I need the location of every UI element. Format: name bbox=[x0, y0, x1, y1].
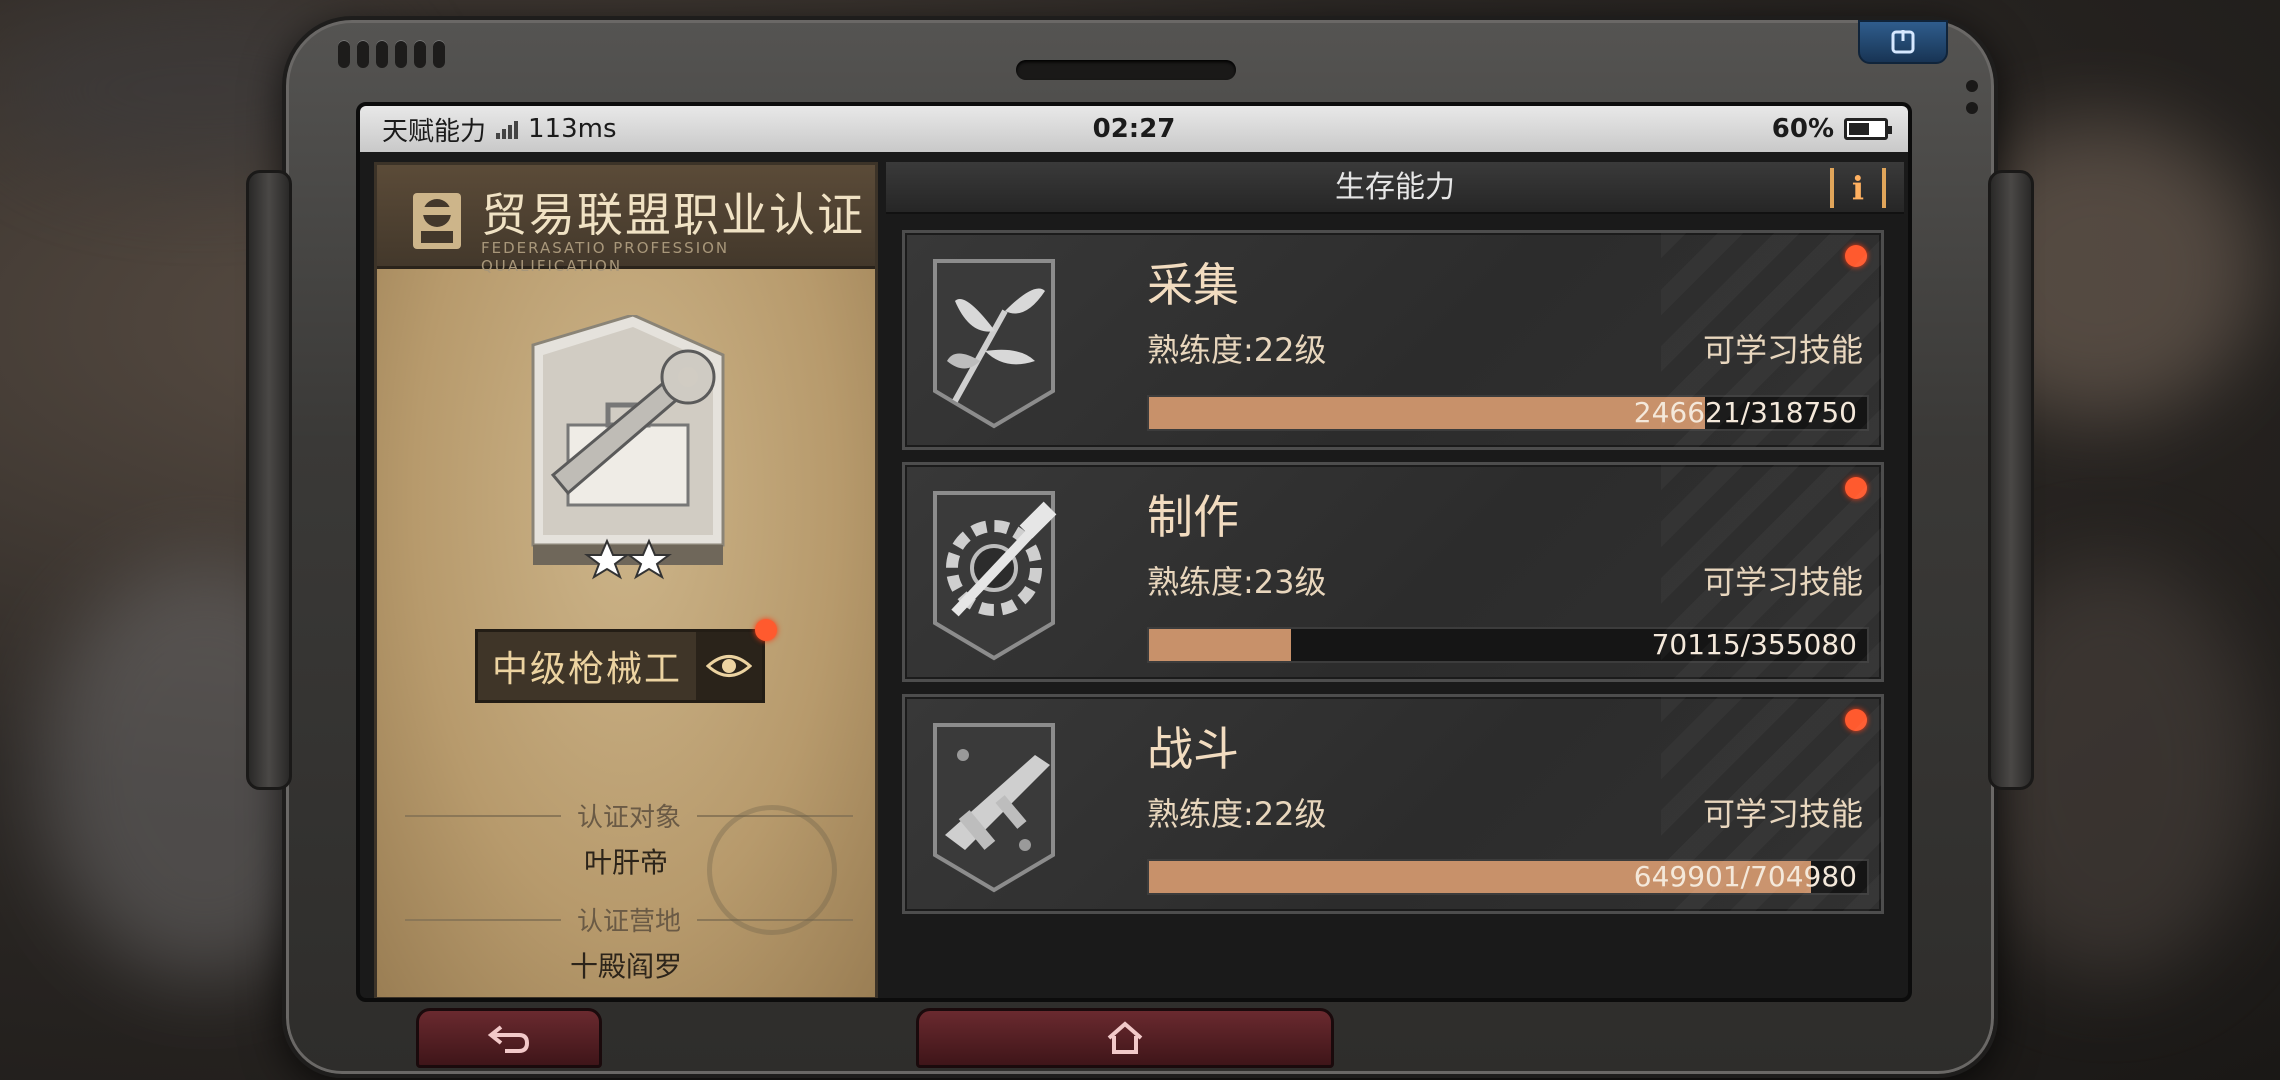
progress-fill bbox=[1149, 861, 1811, 893]
rank-badge[interactable]: 中级枪械工 bbox=[475, 629, 765, 703]
info-button[interactable]: i bbox=[1830, 168, 1886, 208]
skill-level: 熟练度:22级 bbox=[1147, 795, 1327, 833]
clock: 02:27 bbox=[1092, 114, 1176, 144]
camp-label: 认证营地 bbox=[577, 907, 682, 937]
progress-bar: 649901/704980 bbox=[1147, 859, 1869, 895]
gun-icon bbox=[933, 723, 1055, 893]
panel-title: 生存能力 bbox=[1335, 170, 1455, 205]
view-button[interactable] bbox=[696, 632, 762, 700]
panel-header: 生存能力 i bbox=[886, 162, 1904, 214]
frame-clip-left bbox=[246, 170, 292, 790]
skill-card-combat[interactable]: 战斗 熟练度:22级 可学习技能 649901/704980 bbox=[902, 694, 1884, 914]
power-icon bbox=[1891, 30, 1915, 54]
battery-icon bbox=[1844, 118, 1892, 140]
federation-emblem-icon bbox=[413, 193, 461, 249]
skill-learnable: 可学习技能 bbox=[1702, 563, 1863, 601]
rank-title: 中级枪械工 bbox=[491, 649, 682, 690]
progress-text: 246621/318750 bbox=[1633, 396, 1857, 429]
progress-fill bbox=[1149, 629, 1291, 661]
frame-dot bbox=[1966, 80, 1978, 92]
frame-dot bbox=[1966, 102, 1978, 114]
progress-bar: 246621/318750 bbox=[1147, 395, 1869, 431]
skill-name: 采集 bbox=[1147, 258, 1239, 312]
status-bar: 天赋能力 113ms 02:27 60% bbox=[360, 106, 1908, 152]
skill-name: 制作 bbox=[1147, 490, 1239, 544]
certificate-title: 贸易联盟职业认证 bbox=[481, 188, 865, 242]
certificate-subtitle: FEDERASATIO PROFESSION QUALIFICATION bbox=[481, 239, 730, 275]
skill-level: 熟练度:22级 bbox=[1147, 331, 1327, 369]
certificate-header: 贸易联盟职业认证 FEDERASATIO PROFESSION QUALIFIC… bbox=[377, 165, 875, 275]
notification-dot bbox=[1845, 245, 1867, 267]
skill-card-crafting[interactable]: 制作 熟练度:23级 可学习技能 70115/355080 bbox=[902, 462, 1884, 682]
progress-text: 70115/355080 bbox=[1651, 628, 1857, 661]
seal-stamp bbox=[707, 805, 837, 935]
skill-learnable: 可学习技能 bbox=[1702, 331, 1863, 369]
gear-hammer-icon bbox=[933, 491, 1057, 661]
home-button[interactable] bbox=[916, 1008, 1334, 1068]
power-button[interactable] bbox=[1858, 20, 1948, 64]
speaker-grille bbox=[338, 40, 445, 68]
frame-clip-right bbox=[1988, 170, 2034, 790]
tablet-frame: 天赋能力 113ms 02:27 60% 贸易联盟职业认证 FEDERASATI… bbox=[246, 16, 2034, 1078]
notification-dot bbox=[755, 619, 777, 641]
skill-level: 熟练度:23级 bbox=[1147, 563, 1327, 601]
certificate-panel: 贸易联盟职业认证 FEDERASATIO PROFESSION QUALIFIC… bbox=[374, 162, 878, 998]
eye-icon bbox=[706, 655, 752, 677]
skill-learnable: 可学习技能 bbox=[1702, 795, 1863, 833]
skill-card-gathering[interactable]: 采集 熟练度:22级 可学习技能 246621/318750 bbox=[902, 230, 1884, 450]
back-button[interactable] bbox=[416, 1008, 602, 1068]
progress-fill bbox=[1149, 397, 1705, 429]
top-slot bbox=[1016, 60, 1236, 80]
progress-text: 649901/704980 bbox=[1633, 860, 1857, 893]
home-icon bbox=[1107, 1021, 1143, 1054]
skill-name: 战斗 bbox=[1147, 722, 1239, 776]
back-arrow-icon bbox=[487, 1025, 530, 1053]
battery-percent: 60% bbox=[1771, 114, 1834, 144]
notification-dot bbox=[1845, 477, 1867, 499]
progress-bar: 70115/355080 bbox=[1147, 627, 1869, 663]
camp-value: 十殿阎罗 bbox=[569, 950, 682, 983]
gunsmith-wrench-icon bbox=[531, 315, 725, 580]
leaf-icon bbox=[933, 259, 1055, 429]
notification-dot bbox=[1845, 709, 1867, 731]
screen: 天赋能力 113ms 02:27 60% 贸易联盟职业认证 FEDERASATI… bbox=[356, 102, 1912, 1002]
skills-panel: 生存能力 i 采集 熟练度:22级 可学习技能 246621/318750 制作… bbox=[886, 162, 1904, 998]
subject-label: 认证对象 bbox=[577, 803, 682, 833]
